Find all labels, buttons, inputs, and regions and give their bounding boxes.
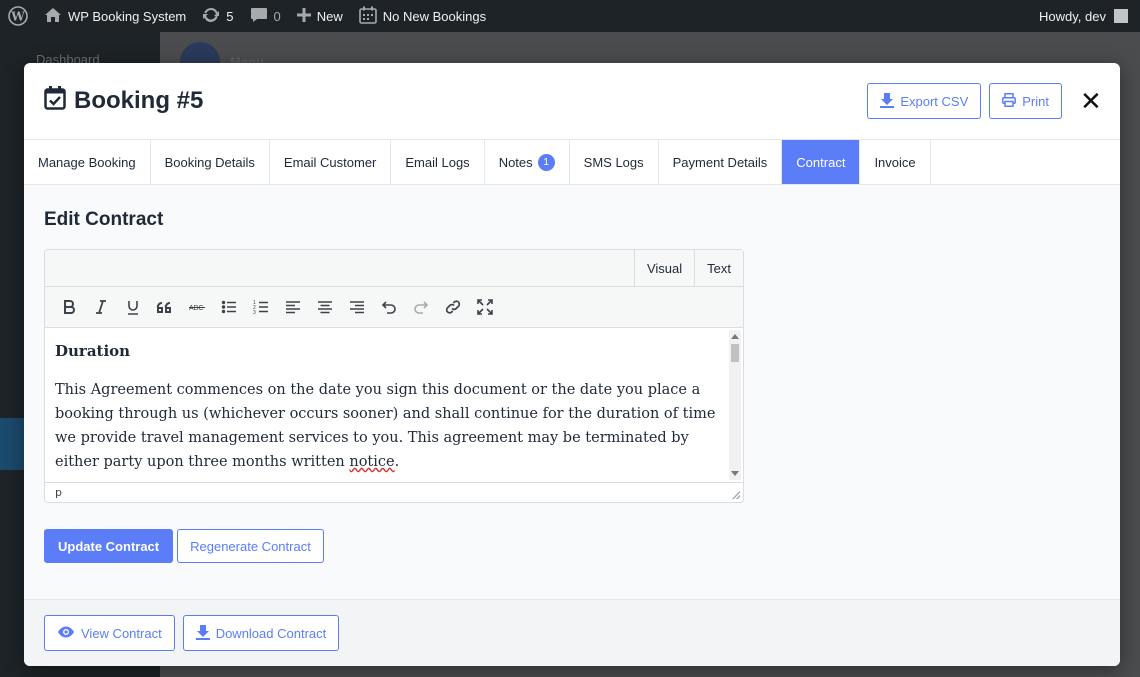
- modal-footer: View Contract Download Contract: [24, 599, 1120, 666]
- update-contract-button[interactable]: Update Contract: [44, 529, 174, 563]
- booking-tabs: Manage Booking Booking Details Email Cus…: [24, 140, 1120, 185]
- contract-editor: Visual Text ABC 123 Duration This Agreem…: [44, 249, 744, 503]
- blockquote-icon[interactable]: [149, 291, 181, 323]
- close-icon[interactable]: ✕: [1080, 88, 1102, 114]
- comment-icon: [250, 7, 268, 26]
- section-title: Edit Contract: [44, 209, 164, 230]
- underline-icon[interactable]: [117, 291, 149, 323]
- resize-handle-icon[interactable]: [732, 491, 740, 499]
- misspelled-word: notice: [349, 454, 395, 470]
- notes-count-badge: 1: [537, 153, 555, 171]
- view-contract-label: View Contract: [81, 625, 162, 641]
- tab-notes[interactable]: Notes 1: [485, 140, 570, 184]
- strikethrough-icon[interactable]: ABC: [181, 291, 213, 323]
- comments-count: 0: [273, 8, 281, 24]
- new-content-link[interactable]: New: [289, 0, 351, 32]
- avatar: [1114, 9, 1128, 23]
- home-icon: [44, 7, 62, 26]
- export-csv-label: Export CSV: [900, 93, 969, 109]
- svg-text:3: 3: [253, 310, 256, 315]
- align-left-icon[interactable]: [277, 291, 309, 323]
- tab-label: Payment Details: [672, 154, 768, 170]
- tab-invoice[interactable]: Invoice: [860, 140, 931, 184]
- download-icon: [880, 92, 900, 111]
- howdy-text: Howdy, dev: [1039, 8, 1106, 24]
- modal-title: Booking #5: [44, 85, 204, 117]
- editor-scrollbar[interactable]: [729, 330, 741, 480]
- svg-text:ABC: ABC: [189, 305, 203, 312]
- editor-mode-tabs: Visual Text: [45, 250, 743, 287]
- align-center-icon[interactable]: [309, 291, 341, 323]
- print-button[interactable]: Print: [989, 83, 1062, 119]
- tab-label: Email Customer: [283, 154, 377, 170]
- undo-icon[interactable]: [373, 291, 405, 323]
- printer-icon: [1002, 92, 1022, 110]
- bookings-link[interactable]: No New Bookings: [351, 0, 494, 32]
- modal-header: Booking #5 Export CSV Print ✕: [24, 63, 1120, 140]
- redo-icon[interactable]: [405, 291, 437, 323]
- account-menu[interactable]: Howdy, dev: [1031, 0, 1136, 32]
- tab-booking-details[interactable]: Booking Details: [151, 140, 270, 184]
- scroll-up-icon[interactable]: [731, 334, 739, 339]
- site-name-link[interactable]: WP Booking System: [36, 0, 194, 32]
- contract-heading: Duration: [55, 342, 131, 360]
- tab-text[interactable]: Text: [694, 250, 743, 286]
- italic-icon[interactable]: [85, 291, 117, 323]
- bookings-status: No New Bookings: [382, 8, 487, 24]
- site-name: WP Booking System: [68, 8, 187, 24]
- download-contract-label: Download Contract: [215, 625, 327, 641]
- tab-label: Notes: [498, 154, 533, 170]
- booking-modal: Booking #5 Export CSV Print ✕ Manage Boo…: [24, 63, 1120, 666]
- calendar-icon: [358, 6, 377, 27]
- view-contract-button[interactable]: View Contract: [44, 615, 175, 651]
- plus-icon: [296, 7, 311, 25]
- regenerate-contract-button[interactable]: Regenerate Contract: [177, 529, 324, 563]
- editor-content[interactable]: Duration This Agreement commences on the…: [45, 328, 743, 482]
- tab-label: Email Logs: [405, 154, 470, 170]
- editor-toolbar: ABC 123: [45, 287, 743, 328]
- tab-label: Booking Details: [164, 154, 255, 170]
- eye-icon: [57, 625, 81, 642]
- tab-sms-logs[interactable]: SMS Logs: [570, 140, 659, 184]
- booking-title: Booking #5: [74, 87, 204, 114]
- numbered-list-icon[interactable]: 123: [245, 291, 277, 323]
- updates-icon: [202, 6, 220, 27]
- calendar-check-icon: [44, 85, 74, 117]
- tab-email-customer[interactable]: Email Customer: [270, 140, 392, 184]
- align-right-icon[interactable]: [341, 291, 373, 323]
- updates-link[interactable]: 5: [194, 0, 241, 32]
- download-contract-button[interactable]: Download Contract: [182, 615, 340, 651]
- tab-payment-details[interactable]: Payment Details: [659, 140, 783, 184]
- tab-label: Invoice: [874, 154, 916, 170]
- scroll-thumb[interactable]: [731, 344, 739, 362]
- tab-visual[interactable]: Visual: [633, 250, 695, 286]
- tab-label: SMS Logs: [583, 154, 644, 170]
- updates-count: 5: [226, 8, 234, 24]
- element-path[interactable]: p: [55, 486, 62, 499]
- new-label: New: [316, 8, 343, 24]
- bullet-list-icon[interactable]: [213, 291, 245, 323]
- admin-bar: W WP Booking System 5 0 New No New Booki…: [0, 0, 1140, 32]
- contract-paragraph: This Agreement commences on the date you…: [55, 378, 719, 474]
- paragraph-end: .: [394, 454, 400, 470]
- svg-text:W: W: [10, 10, 25, 24]
- tab-manage-booking[interactable]: Manage Booking: [24, 140, 151, 184]
- wordpress-logo-icon[interactable]: W: [0, 0, 36, 32]
- download-icon: [195, 624, 216, 643]
- contract-panel: Edit Contract Visual Text ABC 123 Durati…: [24, 185, 1120, 599]
- comments-link[interactable]: 0: [242, 0, 289, 32]
- tab-label: Contract: [796, 154, 846, 170]
- link-icon[interactable]: [437, 291, 469, 323]
- contract-actions: Update Contract Regenerate Contract: [44, 529, 1100, 563]
- tab-label: Manage Booking: [38, 154, 136, 170]
- editor-statusbar: p: [45, 482, 743, 502]
- tab-contract[interactable]: Contract: [782, 140, 861, 184]
- export-csv-button[interactable]: Export CSV: [867, 83, 982, 119]
- bold-icon[interactable]: [53, 291, 85, 323]
- fullscreen-icon[interactable]: [469, 291, 501, 323]
- sidebar-active-indicator: [0, 418, 24, 470]
- scroll-down-icon[interactable]: [731, 471, 739, 476]
- print-label: Print: [1022, 93, 1049, 109]
- tab-email-logs[interactable]: Email Logs: [391, 140, 485, 184]
